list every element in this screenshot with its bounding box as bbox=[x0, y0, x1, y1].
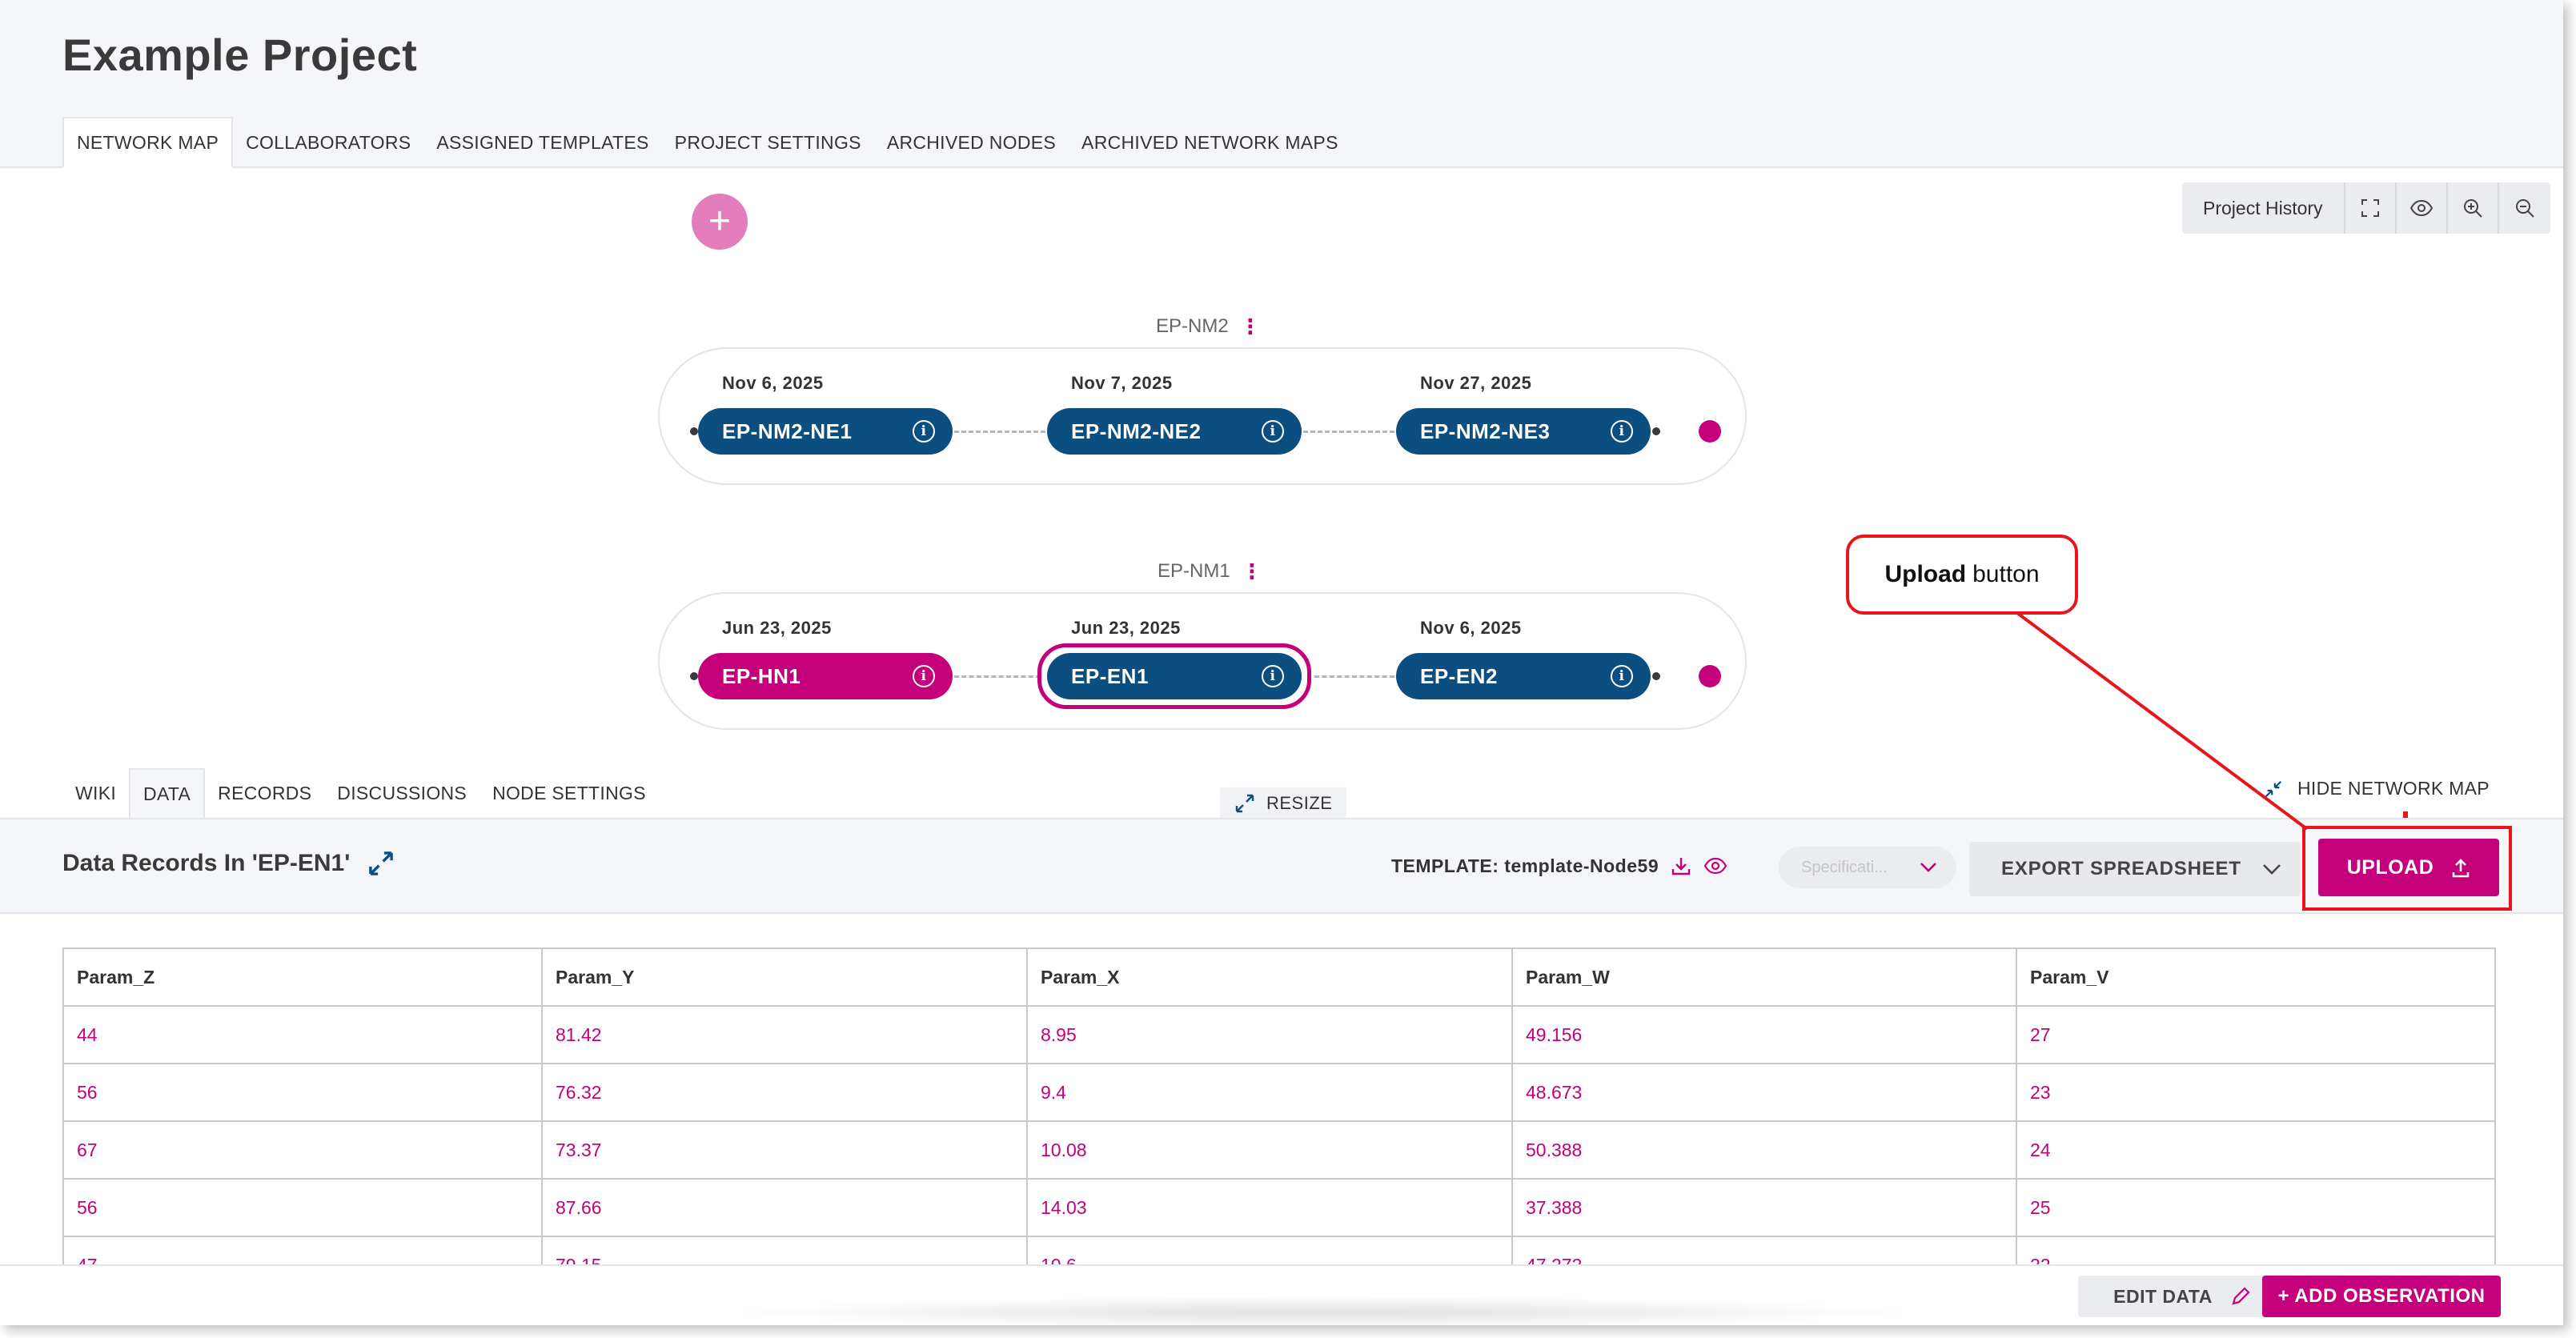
data-records-table: Param_Z Param_Y Param_X Param_W Param_V … bbox=[62, 947, 2496, 1295]
app-window: Example Project NETWORK MAP COLLABORATOR… bbox=[0, 0, 2563, 1325]
table-cell: 67 bbox=[62, 1120, 543, 1180]
table-cell: 44 bbox=[62, 1005, 543, 1064]
column-header[interactable]: Param_V bbox=[2016, 947, 2496, 1007]
table-cell: 76.32 bbox=[541, 1063, 1028, 1122]
column-header[interactable]: Param_X bbox=[1026, 947, 1513, 1007]
table-cell: 87.66 bbox=[541, 1178, 1028, 1237]
edit-data-label: EDIT DATA bbox=[2113, 1285, 2213, 1307]
table-cell: 50.388 bbox=[1511, 1120, 2017, 1180]
column-header[interactable]: Param_Z bbox=[62, 947, 543, 1007]
table-cell: 24 bbox=[2016, 1120, 2496, 1180]
edit-data-button[interactable]: EDIT DATA bbox=[2078, 1276, 2286, 1317]
table-row[interactable]: 67 73.37 10.08 50.388 24 bbox=[62, 1120, 2496, 1180]
table-cell: 9.4 bbox=[1026, 1063, 1513, 1122]
table-header-row: Param_Z Param_Y Param_X Param_W Param_V bbox=[62, 947, 2496, 1007]
table-cell: 81.42 bbox=[541, 1005, 1028, 1064]
table-cell: 37.388 bbox=[1511, 1178, 2017, 1237]
table-cell: 25 bbox=[2016, 1178, 2496, 1237]
table-cell: 48.673 bbox=[1511, 1063, 2017, 1122]
add-observation-button[interactable]: + ADD OBSERVATION bbox=[2262, 1276, 2501, 1317]
scroll-shadow bbox=[720, 1296, 1921, 1325]
table-row[interactable]: 56 87.66 14.03 37.388 25 bbox=[62, 1178, 2496, 1237]
annotation-highlight-box bbox=[2302, 826, 2512, 911]
column-header[interactable]: Param_W bbox=[1511, 947, 2017, 1007]
table-cell: 23 bbox=[2016, 1063, 2496, 1122]
table-cell: 14.03 bbox=[1026, 1178, 1513, 1237]
table-cell: 73.37 bbox=[541, 1120, 1028, 1180]
table-cell: 49.156 bbox=[1511, 1005, 2017, 1064]
table-row[interactable]: 56 76.32 9.4 48.673 23 bbox=[62, 1063, 2496, 1122]
pencil-icon bbox=[2232, 1287, 2250, 1305]
table-cell: 8.95 bbox=[1026, 1005, 1513, 1064]
table-cell: 56 bbox=[62, 1063, 543, 1122]
table-row[interactable]: 44 81.42 8.95 49.156 27 bbox=[62, 1005, 2496, 1064]
table-cell: 10.08 bbox=[1026, 1120, 1513, 1180]
table-cell: 27 bbox=[2016, 1005, 2496, 1064]
column-header[interactable]: Param_Y bbox=[541, 947, 1028, 1007]
table-cell: 56 bbox=[62, 1178, 543, 1237]
